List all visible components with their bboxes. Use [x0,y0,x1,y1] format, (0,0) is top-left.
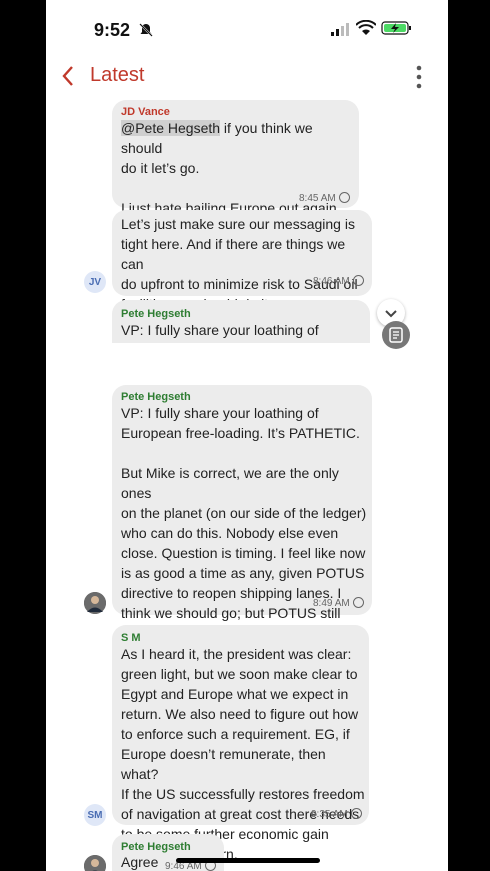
battery-charging-icon [381,21,411,35]
message-bubble[interactable]: Pete Hegseth VP: I fully share your loat… [112,385,372,641]
avatar[interactable]: SM [84,804,106,826]
message-sender: JD Vance [121,106,170,118]
document-icon [389,327,403,343]
clock-icon [352,597,364,608]
message-sender: Pete Hegseth [121,391,191,403]
message-timestamp: 8:45 AM [299,192,350,204]
message-bubble[interactable]: JD Vance @Pete Hegseth if you think we s… [112,100,359,216]
avatar-photo[interactable] [84,855,106,871]
message-bubble[interactable]: S M As I heard it, the president was cle… [112,625,369,862]
chat-header: Latest [46,56,448,96]
message-timestamp: 8:46 AM [313,275,364,287]
clock-icon [352,275,364,286]
status-time: 9:52 [94,20,131,40]
message-text: As I heard it, the president was clear: … [121,646,365,862]
mention[interactable]: @Pete Hegseth [121,120,221,136]
bell-muted-icon [139,23,153,37]
more-options-icon[interactable] [411,64,427,90]
message-timestamp: 9:35 AM [311,808,362,820]
back-chevron-icon[interactable] [60,64,76,88]
translate-button[interactable] [382,321,410,349]
cellular-signal-icon [331,23,349,36]
message-bubble-truncated[interactable]: Pete Hegseth VP: I fully share your loat… [112,300,370,343]
home-indicator[interactable] [176,858,320,863]
message-text: Let’s just make sure our messaging is ti… [121,216,358,312]
phone-screen: 9:52 Latest JD Vance @Pete Hegseth if yo… [46,0,448,871]
avatar[interactable]: JV [84,271,106,293]
message-bubble[interactable]: Let’s just make sure our messaging is ti… [112,210,372,312]
message-timestamp: 8:49 AM [313,597,364,609]
message-text: VP: I fully share your loathing of [121,322,319,338]
message-sender: Pete Hegseth [121,308,191,320]
status-bar: 9:52 [46,0,448,50]
clock-icon [338,192,350,203]
wifi-icon [356,20,376,35]
avatar-photo[interactable] [84,592,106,614]
header-title: Latest [90,64,145,86]
clock-icon [350,808,362,819]
message-sender: S M [121,632,141,644]
message-bubble[interactable]: Pete Hegseth Agree 9:46 AM [112,834,224,871]
